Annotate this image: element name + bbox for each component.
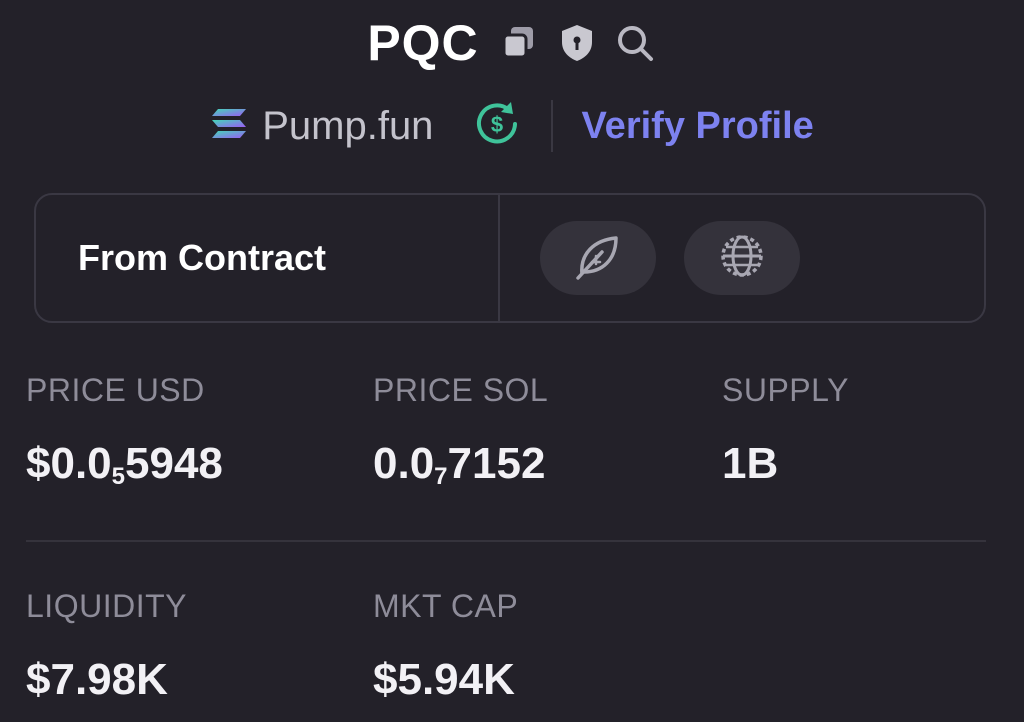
liquidity-label: LIQUIDITY	[26, 588, 187, 624]
verify-profile-link[interactable]: Verify Profile	[581, 105, 813, 148]
svg-text:$: $	[491, 112, 503, 137]
platform-info[interactable]: Pump.fun $	[210, 98, 523, 155]
stat-mkt-cap: MKT CAP $5.94K	[373, 588, 518, 705]
mkt-cap-value: $5.94K	[373, 655, 515, 704]
token-symbol: PQC	[367, 15, 479, 71]
leaf-icon	[572, 230, 624, 287]
liquidity-value: $7.98K	[26, 655, 168, 704]
search-icon[interactable]	[613, 21, 657, 65]
globe-icon	[717, 231, 767, 286]
supply-label: SUPPLY	[722, 372, 849, 408]
mkt-cap-label: MKT CAP	[373, 588, 519, 624]
solana-icon	[210, 107, 248, 146]
contract-label: From Contract	[78, 237, 327, 278]
stat-price-sol: PRICE SOL 0.077152	[373, 372, 548, 491]
supply-value: 1B	[722, 439, 779, 488]
separator	[551, 100, 554, 152]
price-usd-label: PRICE USD	[26, 372, 205, 408]
contract-panel: From Contract	[34, 193, 986, 323]
price-usd-suffix: 5948	[125, 439, 223, 488]
platform-name: Pump.fun	[262, 103, 434, 148]
price-sol-value: 0.077152	[373, 439, 548, 491]
copy-icon[interactable]	[497, 21, 541, 65]
stat-supply: SUPPLY 1B	[722, 372, 849, 489]
price-sol-subscript: 7	[434, 463, 448, 490]
platform-row: Pump.fun $ Verify Profile	[0, 98, 1024, 154]
price-sol-prefix: 0.0	[373, 439, 435, 488]
globe-button[interactable]	[684, 221, 800, 295]
price-usd-subscript: 5	[111, 463, 125, 490]
shield-icon[interactable]	[555, 21, 599, 65]
contract-actions	[500, 195, 800, 321]
token-header: PQC	[0, 14, 1024, 72]
price-sol-suffix: 7152	[447, 439, 546, 488]
stat-price-usd: PRICE USD $0.055948	[26, 372, 223, 491]
stat-liquidity: LIQUIDITY $7.98K	[26, 588, 187, 705]
price-sol-label: PRICE SOL	[373, 372, 549, 408]
leaf-button[interactable]	[540, 221, 656, 295]
price-usd-value: $0.055948	[26, 439, 223, 491]
stats-divider	[26, 540, 986, 542]
contract-label-cell: From Contract	[36, 195, 500, 321]
price-usd-prefix: $0.0	[26, 439, 112, 488]
refresh-dollar-icon[interactable]: $	[471, 98, 523, 155]
